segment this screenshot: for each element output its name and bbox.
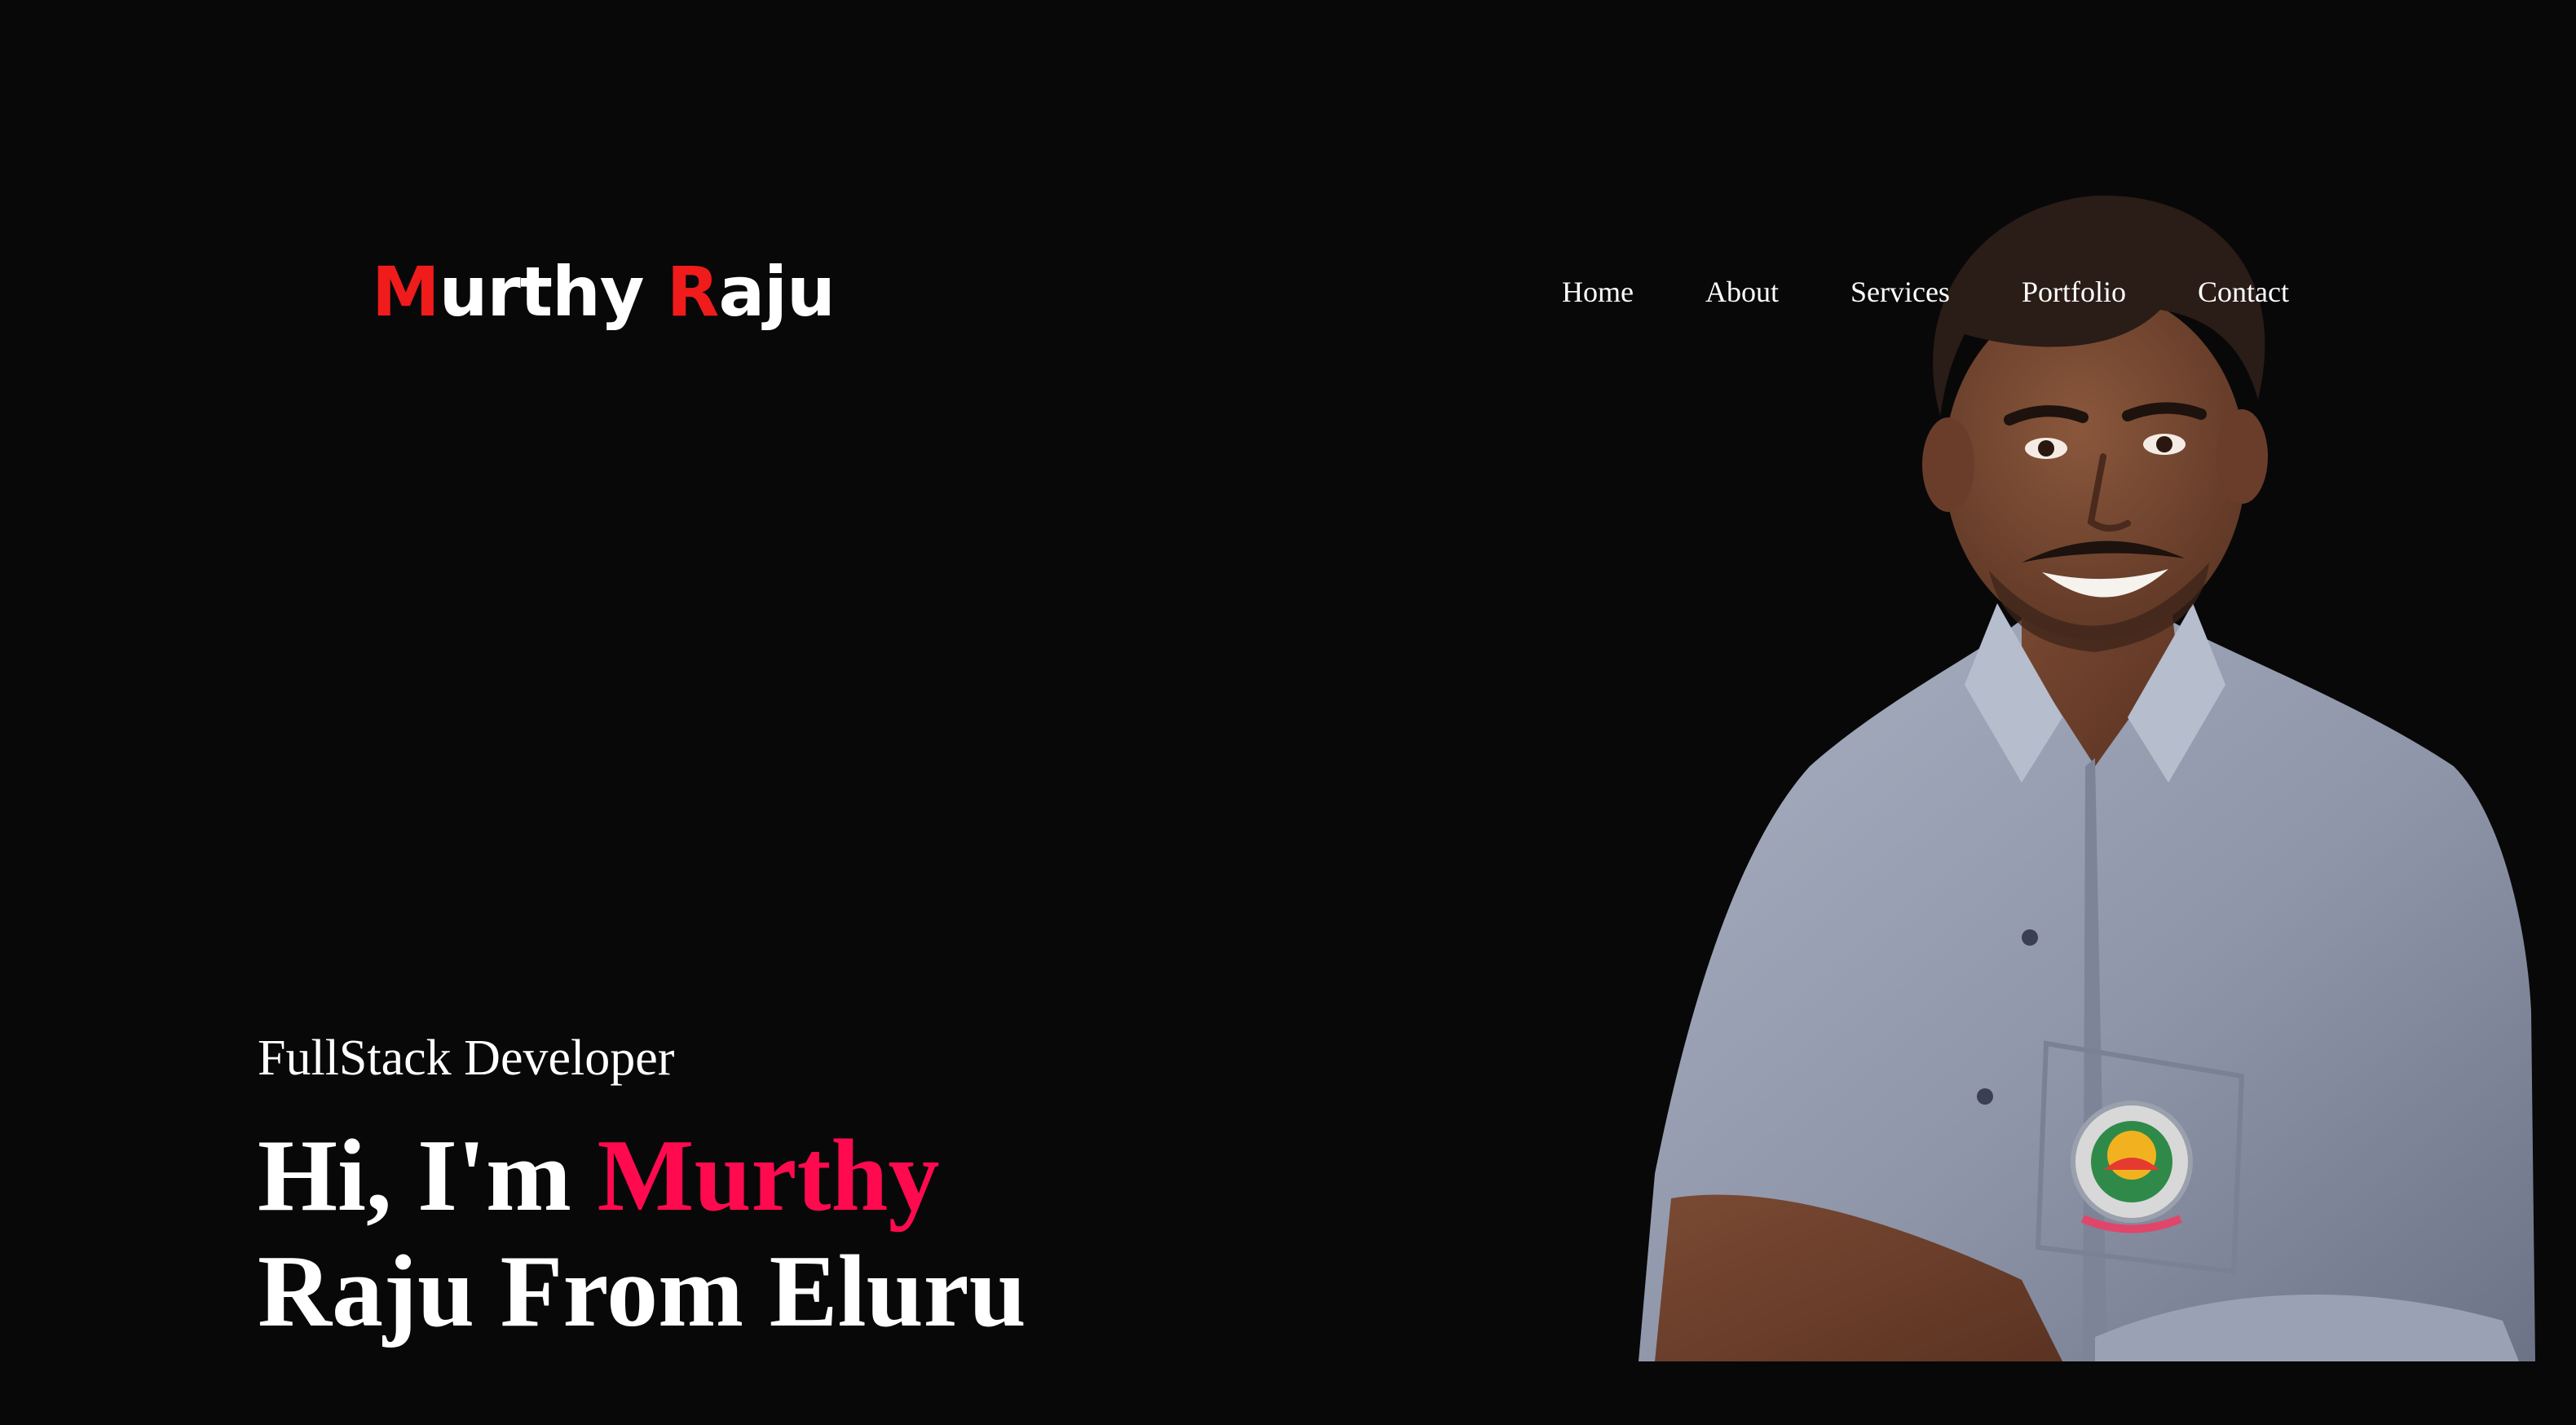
headline-greeting: Hi, I'm [258,1119,598,1233]
site-logo[interactable]: Murthy Raju [372,243,836,341]
headline-suffix: Raju From Eluru [258,1235,1026,1348]
nav-link-portfolio[interactable]: Portfolio [2022,269,2126,315]
main-nav: Home About Services Portfolio Contact [1562,269,2289,315]
hero-page: Murthy Raju Home About Services Portfoli… [0,0,2576,1425]
nav-link-about[interactable]: About [1705,269,1779,315]
headline-name: Murthy [597,1119,940,1233]
logo-initial-first: M [372,252,440,332]
shirt-button [1977,1088,1993,1105]
ear-left [1922,417,1974,512]
hero-headline: Hi, I'm Murthy Raju From Eluru [258,1118,1026,1350]
logo-text-first: urthy [439,252,667,332]
nav-link-home[interactable]: Home [1562,269,1634,315]
profile-photo [1639,196,2535,1361]
nav-link-services[interactable]: Services [1850,269,1950,315]
ear-right [2216,409,2268,504]
nav-link-contact[interactable]: Contact [2198,269,2289,315]
logo-text-second: aju [718,252,835,332]
hero-role: FullStack Developer [258,1030,675,1086]
shirt-button [2022,929,2038,946]
logo-initial-second: R [666,252,720,332]
